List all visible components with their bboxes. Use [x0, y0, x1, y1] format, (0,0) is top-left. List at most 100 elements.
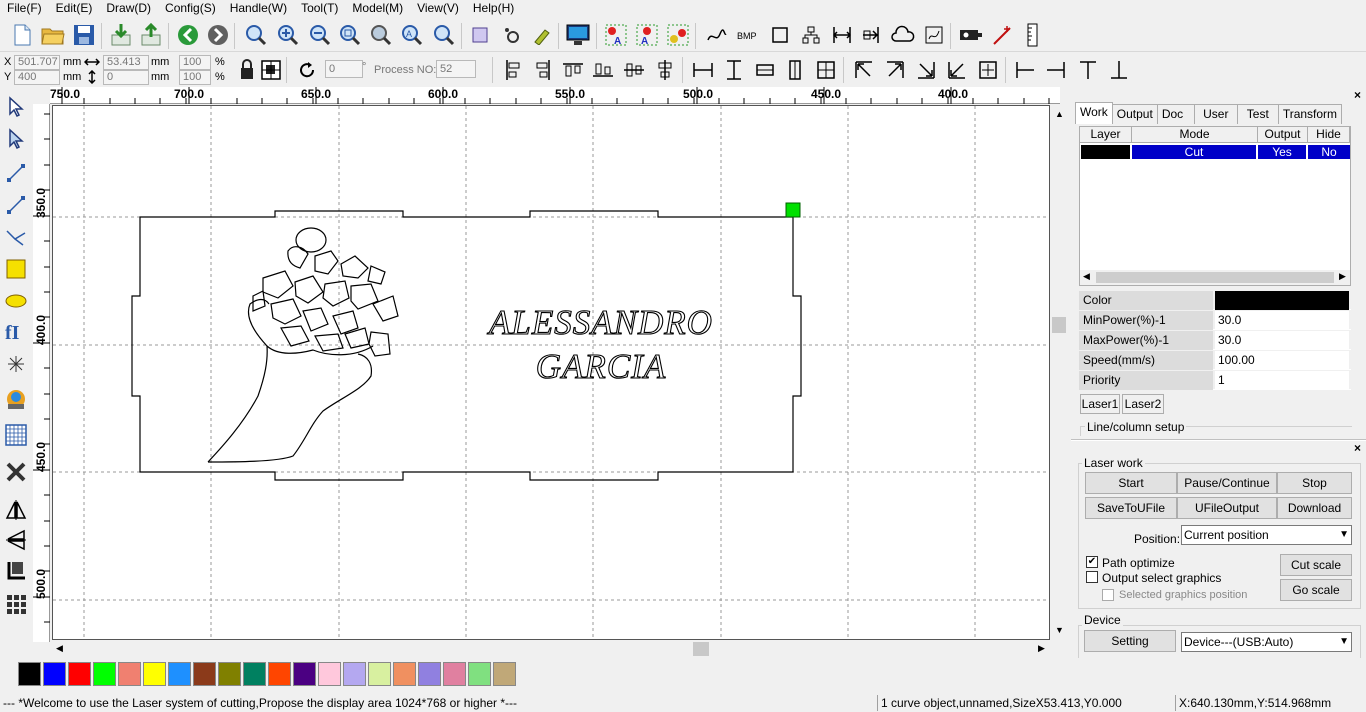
palette-swatch[interactable]: [343, 662, 366, 686]
ruler-icon[interactable]: [1020, 22, 1046, 48]
monitor-icon[interactable]: [565, 22, 591, 48]
align-top-icon[interactable]: [560, 57, 586, 83]
prop-value[interactable]: 30.0: [1215, 311, 1349, 330]
move-center-icon[interactable]: [975, 57, 1001, 83]
scroll-right-icon[interactable]: ▶: [1038, 643, 1045, 654]
same-width-icon[interactable]: [690, 57, 716, 83]
menu-config[interactable]: Config(S): [165, 1, 216, 15]
position-select[interactable]: Current position ▼: [1181, 525, 1352, 545]
zoom-out-icon[interactable]: [307, 22, 333, 48]
setting-button[interactable]: Setting: [1084, 630, 1176, 652]
laser-head-icon[interactable]: [958, 22, 984, 48]
back-arrow-icon[interactable]: [175, 22, 201, 48]
palette-swatch[interactable]: [193, 662, 216, 686]
same-size-icon[interactable]: [752, 57, 778, 83]
move-up-icon[interactable]: [1075, 57, 1101, 83]
move-left-icon[interactable]: [1012, 57, 1038, 83]
x-position-field[interactable]: 501.707: [14, 55, 60, 70]
prop-color-swatch[interactable]: [1215, 291, 1349, 310]
menu-edit[interactable]: Edit(E): [56, 1, 93, 15]
process-no-field[interactable]: 52: [436, 60, 476, 78]
scroll-down-icon[interactable]: ▼: [1055, 625, 1064, 635]
width-lock-icon[interactable]: [83, 55, 101, 69]
menu-file[interactable]: File(F): [7, 1, 42, 15]
download-button[interactable]: Download: [1277, 497, 1352, 519]
curve-draw-icon[interactable]: [3, 224, 29, 250]
close-icon[interactable]: ×: [1354, 88, 1361, 102]
line-column-label[interactable]: Line/column setup: [1085, 420, 1187, 434]
palette-swatch[interactable]: [468, 662, 491, 686]
node-edit-icon[interactable]: [3, 126, 29, 152]
zoom-page-icon[interactable]: [337, 22, 363, 48]
text-tool-icon[interactable]: fI: [3, 318, 29, 344]
prop-value[interactable]: 100.00: [1215, 351, 1349, 370]
cloud-icon[interactable]: [890, 22, 916, 48]
palette-swatch[interactable]: [218, 662, 241, 686]
measure-icon[interactable]: [990, 22, 1016, 48]
zoom-window-icon[interactable]: [243, 22, 269, 48]
selected-position-checkbox[interactable]: [1102, 589, 1114, 601]
tab-test[interactable]: Test: [1236, 104, 1279, 124]
corner-icon[interactable]: [3, 558, 29, 584]
stop-button[interactable]: Stop: [1277, 472, 1352, 494]
move-topright-icon[interactable]: [882, 57, 908, 83]
layer-a-icon[interactable]: A: [603, 22, 629, 48]
tab-laser1[interactable]: Laser1: [1080, 394, 1120, 414]
tab-transform[interactable]: Transform: [1277, 104, 1343, 124]
zoom-all-icon[interactable]: [368, 22, 394, 48]
export-icon[interactable]: [138, 22, 164, 48]
menu-help[interactable]: Help(H): [473, 1, 514, 15]
palette-swatch[interactable]: [368, 662, 391, 686]
pen-tool-icon[interactable]: [529, 22, 555, 48]
pause-continue-button[interactable]: Pause/Continue: [1177, 472, 1277, 494]
scale-anchor-icon[interactable]: [258, 57, 284, 83]
layer-c-icon[interactable]: [665, 22, 691, 48]
scroll-thumb[interactable]: [693, 642, 709, 656]
line-icon[interactable]: [3, 160, 29, 186]
open-folder-icon[interactable]: [40, 22, 66, 48]
frame-icon[interactable]: [467, 22, 493, 48]
splitter[interactable]: [1071, 439, 1366, 441]
palette-swatch[interactable]: [243, 662, 266, 686]
array-icon[interactable]: [829, 22, 855, 48]
scroll-left-icon[interactable]: ◀: [56, 643, 63, 654]
layer-hide[interactable]: No: [1308, 145, 1350, 159]
rectangle-icon[interactable]: [767, 22, 793, 48]
move-topleft-icon[interactable]: [851, 57, 877, 83]
palette-swatch[interactable]: [268, 662, 291, 686]
move-bottomleft-icon[interactable]: [944, 57, 970, 83]
table-horizontal-scrollbar[interactable]: ◀ ▶: [1080, 270, 1350, 285]
palette-swatch[interactable]: [68, 662, 91, 686]
ellipse-icon[interactable]: [3, 288, 29, 314]
prop-value[interactable]: 30.0: [1215, 331, 1349, 350]
zoom-select-icon[interactable]: A: [399, 22, 425, 48]
ufile-output-button[interactable]: UFileOutput: [1177, 497, 1277, 519]
zoom-in-icon[interactable]: [275, 22, 301, 48]
menu-draw[interactable]: Draw(D): [106, 1, 151, 15]
canvas-vertical-scrollbar[interactable]: ▲ ▼: [1050, 105, 1068, 640]
scroll-left-icon[interactable]: ◀: [1083, 271, 1090, 282]
align-vcenter-icon[interactable]: [621, 57, 647, 83]
palette-swatch[interactable]: [168, 662, 191, 686]
tab-work[interactable]: Work: [1075, 102, 1113, 124]
cut-scale-button[interactable]: Cut scale: [1280, 554, 1352, 576]
palette-swatch[interactable]: [393, 662, 416, 686]
rotate-icon[interactable]: [294, 57, 320, 83]
align-icon[interactable]: [859, 22, 885, 48]
menu-view[interactable]: View(V): [417, 1, 459, 15]
select-arrow-icon[interactable]: [3, 94, 29, 120]
scroll-thumb[interactable]: [1096, 272, 1334, 283]
scroll-right-icon[interactable]: ▶: [1339, 271, 1346, 282]
menu-tool[interactable]: Tool(T): [301, 1, 338, 15]
align-left-icon[interactable]: [500, 57, 526, 83]
menu-model[interactable]: Model(M): [352, 1, 403, 15]
mirror-horizontal-icon[interactable]: [3, 497, 29, 523]
forward-arrow-icon[interactable]: [205, 22, 231, 48]
align-hcenter-icon[interactable]: [652, 57, 678, 83]
drawing-canvas[interactable]: ALESSANDRO GARCIA: [52, 105, 1050, 640]
bmp-icon[interactable]: BMP: [735, 22, 761, 48]
menu-handle[interactable]: Handle(W): [230, 1, 287, 15]
move-right-icon[interactable]: [1043, 57, 1069, 83]
path-optimize-checkbox[interactable]: ✔: [1086, 556, 1098, 568]
height-percent-field[interactable]: 100: [179, 70, 211, 85]
